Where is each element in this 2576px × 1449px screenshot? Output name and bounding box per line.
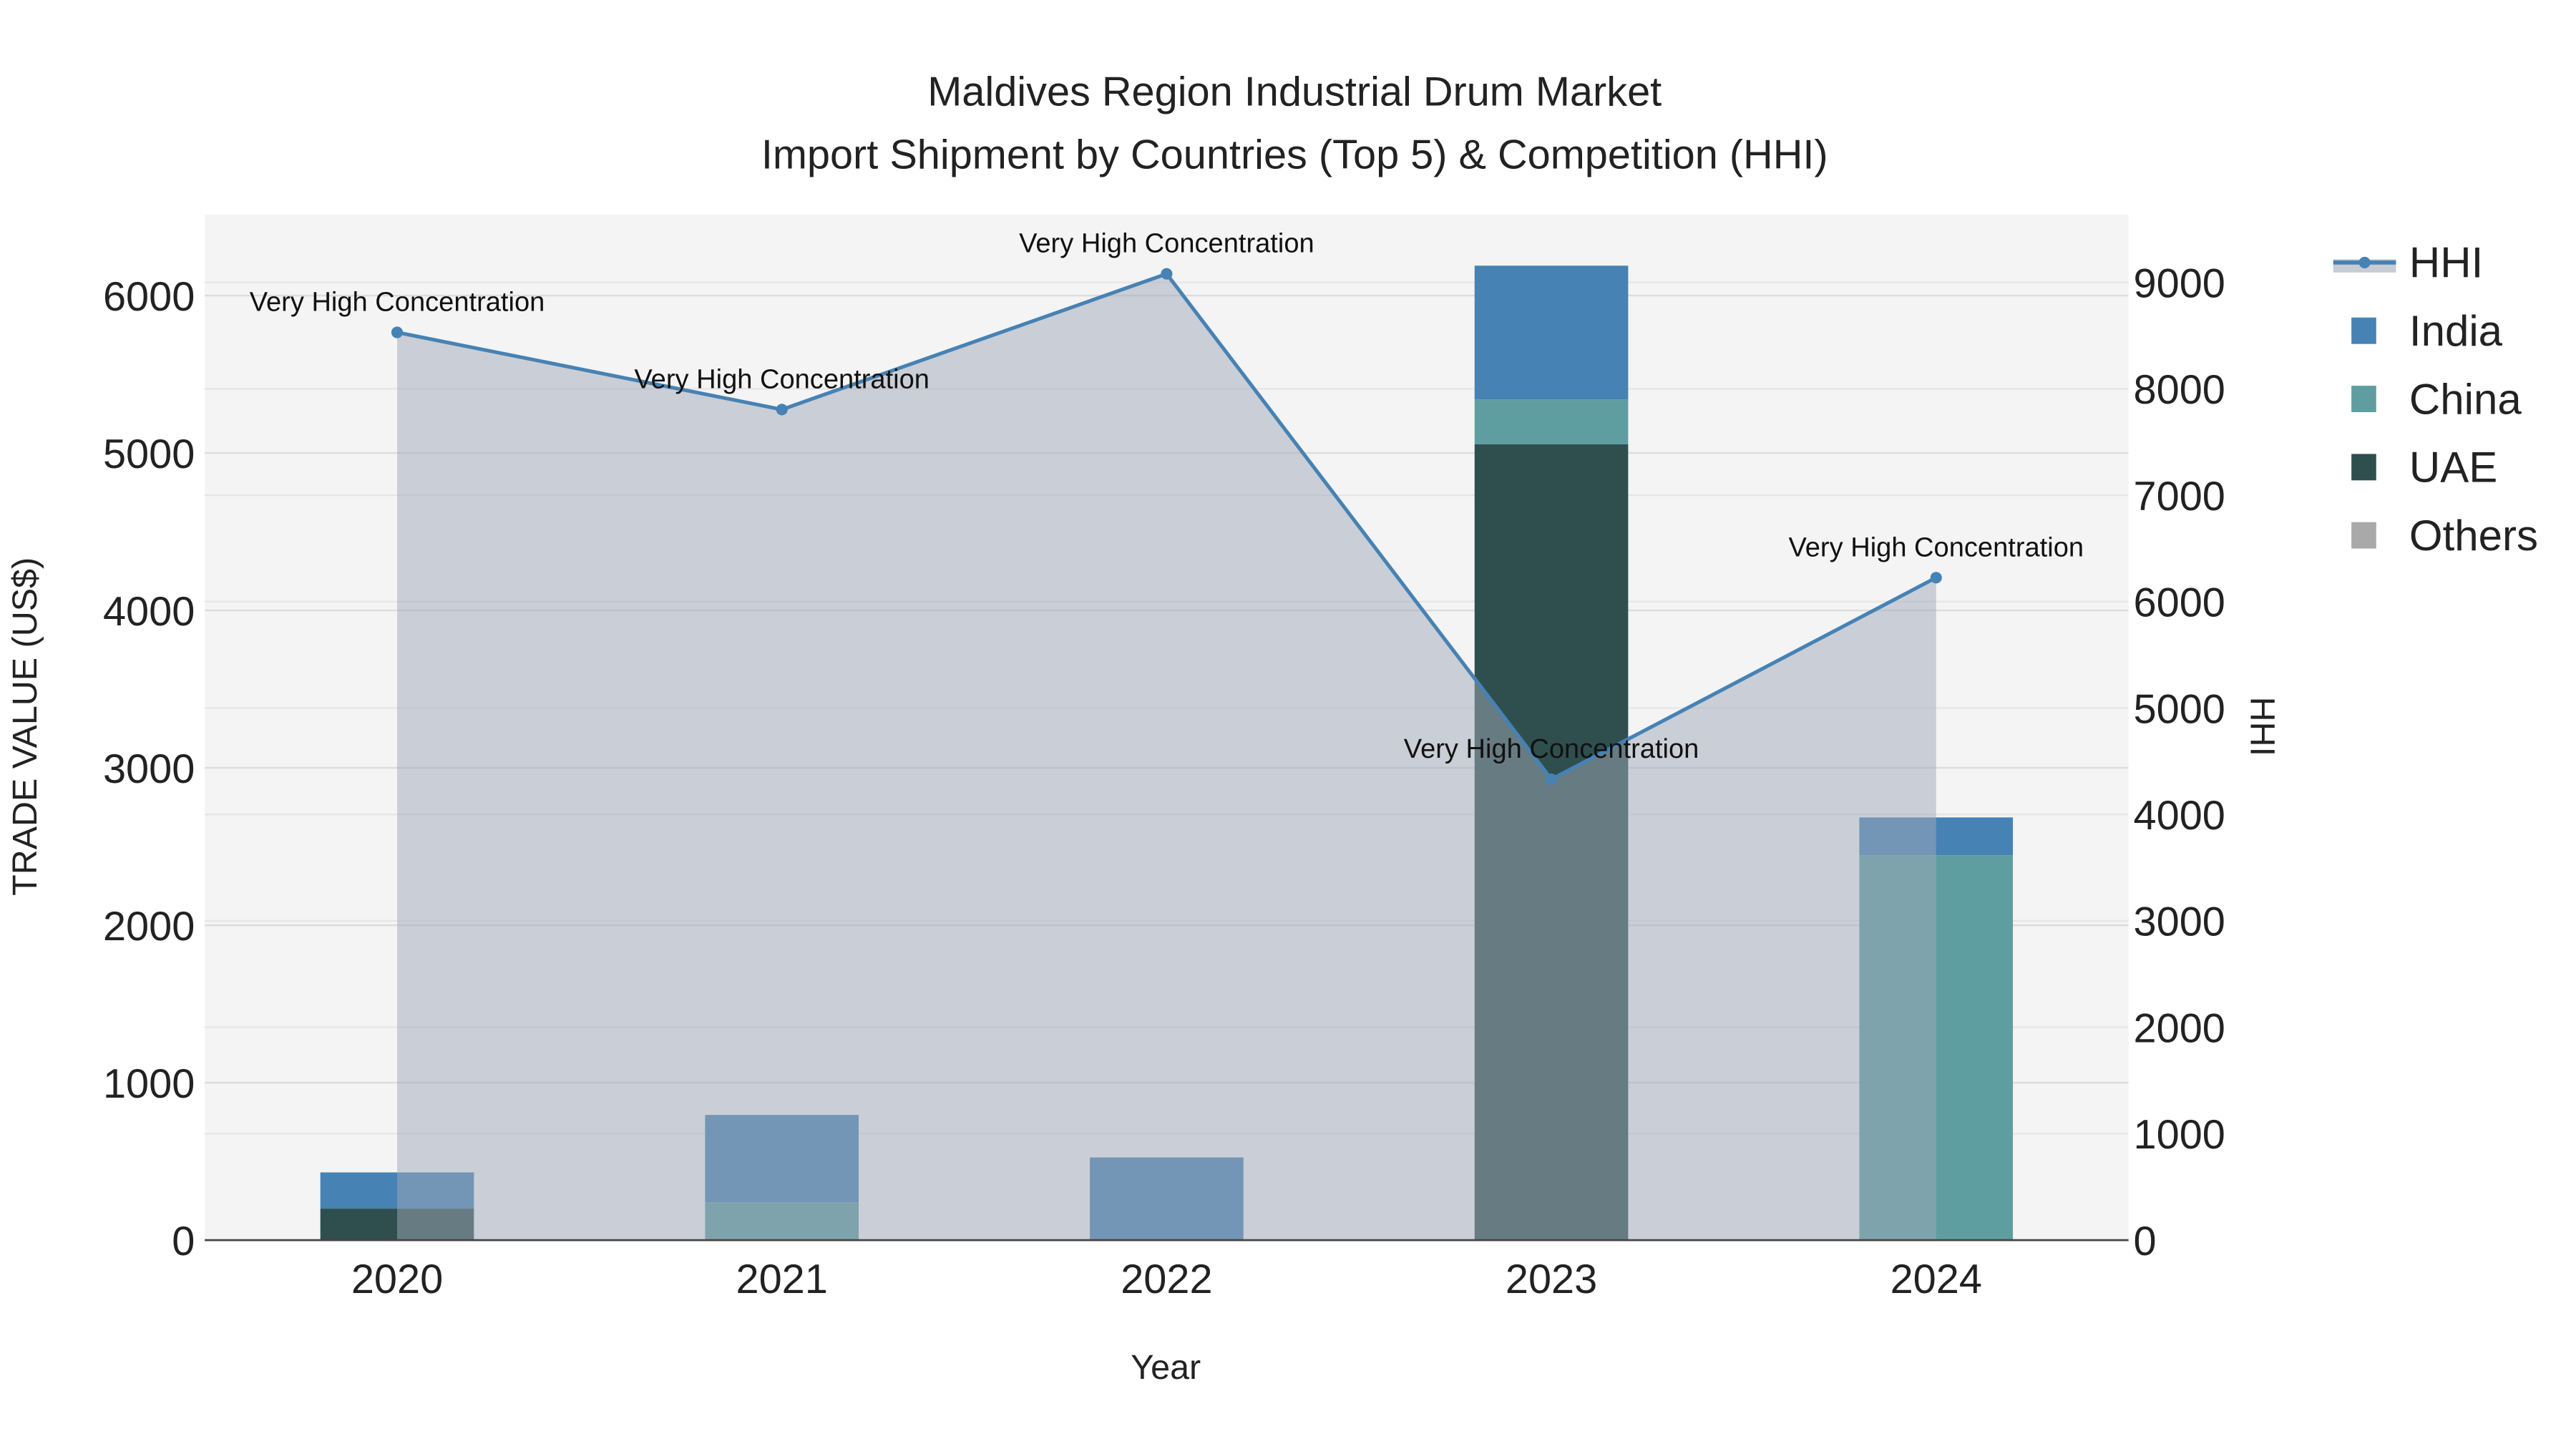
- hhi-point: [1546, 774, 1558, 786]
- y-tick-label: 5000: [103, 431, 195, 477]
- legend-label-others: Others: [2409, 512, 2538, 560]
- legend-label-hhi: HHI: [2409, 239, 2483, 287]
- y-tick-label: 1000: [103, 1061, 195, 1107]
- chart: Very High Concentration Very High Concent…: [6, 69, 2538, 1387]
- x-tick-label: 2020: [351, 1257, 443, 1302]
- legend-swatch-india: [2351, 317, 2376, 344]
- hhi-point: [391, 326, 404, 338]
- hhi-annotation: Very High Concentration: [250, 288, 545, 318]
- y2-tick-label: 6000: [2134, 580, 2225, 626]
- y-tick-label: 3000: [103, 746, 195, 792]
- legend-label-uae: UAE: [2409, 444, 2497, 492]
- chart-title-line2: Import Shipment by Countries (Top 5) & C…: [761, 132, 1828, 177]
- y2-tick-label: 0: [2134, 1219, 2157, 1264]
- hhi-annotation: Very High Concentration: [1019, 229, 1314, 259]
- x-tick-label: 2023: [1506, 1257, 1597, 1302]
- x-axis-label: Year: [1131, 1348, 1201, 1387]
- hhi-point: [1930, 572, 1942, 584]
- y2-tick-label: 2000: [2134, 1005, 2225, 1051]
- chart-title-line1: Maldives Region Industrial Drum Market: [927, 69, 1662, 115]
- y2-tick-label: 9000: [2134, 260, 2225, 306]
- legend-swatch-china: [2351, 386, 2376, 412]
- y-tick-label: 6000: [103, 274, 195, 320]
- y-tick-label: 2000: [103, 904, 195, 950]
- y-tick-label: 4000: [103, 589, 195, 635]
- x-tick-label: 2024: [1890, 1257, 1982, 1302]
- y2-axis-label: HHI: [2243, 697, 2281, 756]
- hhi-annotation: Very High Concentration: [634, 364, 930, 394]
- y2-tick-label: 8000: [2134, 367, 2225, 413]
- y2-tick-label: 7000: [2134, 474, 2225, 519]
- hhi-annotation: Very High Concentration: [1404, 734, 1699, 764]
- y2-tick-label: 3000: [2134, 899, 2225, 945]
- x-tick-label: 2021: [736, 1257, 828, 1302]
- bar-india-2023: [1474, 265, 1629, 400]
- y2-tick-label: 4000: [2134, 793, 2225, 839]
- legend-hhi-marker: [2358, 256, 2371, 268]
- legend-swatch-uae: [2351, 454, 2376, 481]
- y2-tick-label: 1000: [2134, 1112, 2225, 1158]
- y2-tick-label: 5000: [2134, 686, 2225, 732]
- hhi-annotation: Very High Concentration: [1788, 532, 2084, 562]
- hhi-point: [1161, 268, 1173, 280]
- x-tick-label: 2022: [1121, 1257, 1212, 1302]
- legend-label-india: India: [2409, 307, 2503, 355]
- hhi-point: [776, 404, 788, 416]
- legend-label-china: China: [2409, 375, 2522, 423]
- bar-china-2023: [1474, 399, 1629, 444]
- legend-swatch-others: [2351, 522, 2376, 549]
- y-axis-label: TRADE VALUE (US$): [6, 557, 44, 896]
- y-tick-label: 0: [172, 1219, 195, 1264]
